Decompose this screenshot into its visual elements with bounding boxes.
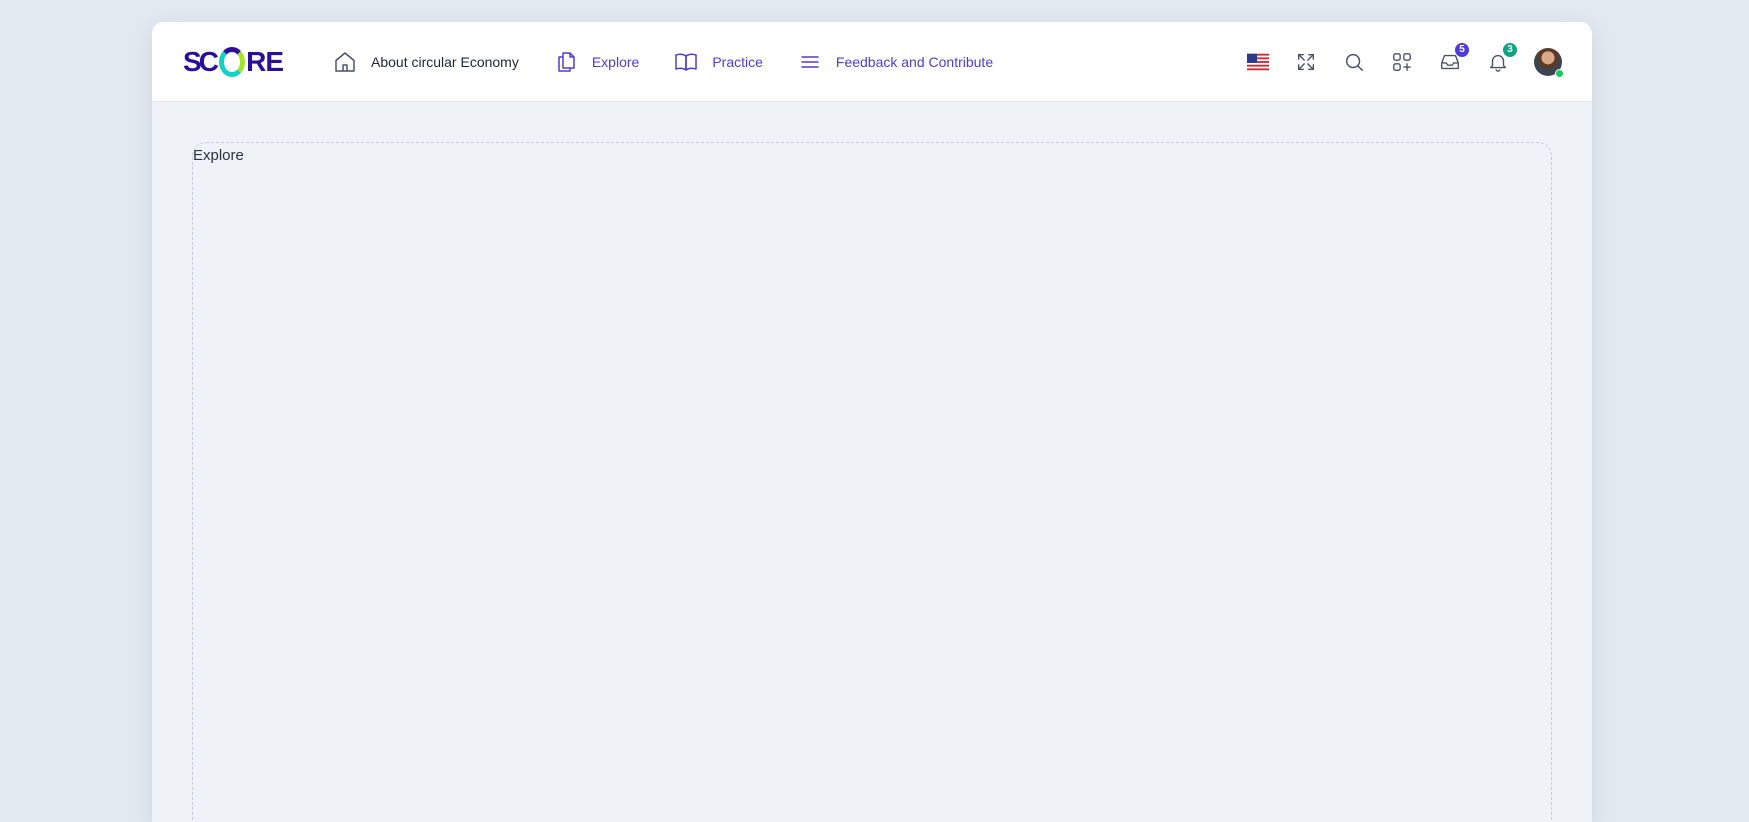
panel-title: Explore (193, 147, 244, 164)
flag-us-icon (1247, 53, 1269, 70)
fullscreen-icon (1297, 53, 1315, 70)
search-icon (1345, 53, 1363, 71)
logo-ring-icon (218, 46, 246, 77)
search-button[interactable] (1342, 50, 1366, 74)
apps-button[interactable] (1390, 50, 1414, 74)
user-avatar[interactable] (1534, 47, 1564, 78)
language-selector[interactable] (1246, 50, 1270, 74)
main-nav: About circular Economy Explore Practice (333, 50, 1028, 74)
top-header: S C RE About circular Economy Explore Pr… (152, 22, 1592, 102)
nav-item-about[interactable]: About circular Economy (333, 50, 519, 74)
online-status-dot (1555, 68, 1564, 78)
menu-icon (801, 55, 819, 68)
nav-item-label: Practice (712, 53, 763, 70)
nav-item-label: Feedback and Contribute (835, 53, 994, 70)
home-icon (335, 51, 355, 72)
nav-item-label: Explore (591, 53, 640, 70)
explore-panel: Explore (192, 142, 1552, 822)
nav-item-practice[interactable]: Practice (674, 50, 763, 74)
notification-count-badge: 3 (1502, 41, 1518, 58)
score-logo[interactable]: S C RE (183, 42, 284, 82)
documents-icon (558, 51, 575, 72)
book-icon (675, 53, 698, 71)
apps-add-icon (1393, 52, 1411, 71)
inbox-count-badge: 5 (1454, 41, 1470, 58)
header-actions: 5 3 (1246, 41, 1564, 78)
logo-letter-c: C (198, 45, 219, 77)
nav-item-explore[interactable]: Explore (554, 50, 639, 74)
nav-item-label: About circular Economy (371, 53, 519, 70)
inbox-button[interactable]: 5 (1438, 41, 1470, 74)
app-window: S C RE About circular Economy Explore Pr… (152, 22, 1592, 822)
nav-item-feedback[interactable]: Feedback and Contribute (798, 50, 993, 74)
notifications-button[interactable]: 3 (1486, 41, 1518, 74)
logo-letters-re: RE (246, 45, 284, 77)
main-content: Explore (152, 102, 1592, 822)
fullscreen-button[interactable] (1294, 50, 1318, 74)
